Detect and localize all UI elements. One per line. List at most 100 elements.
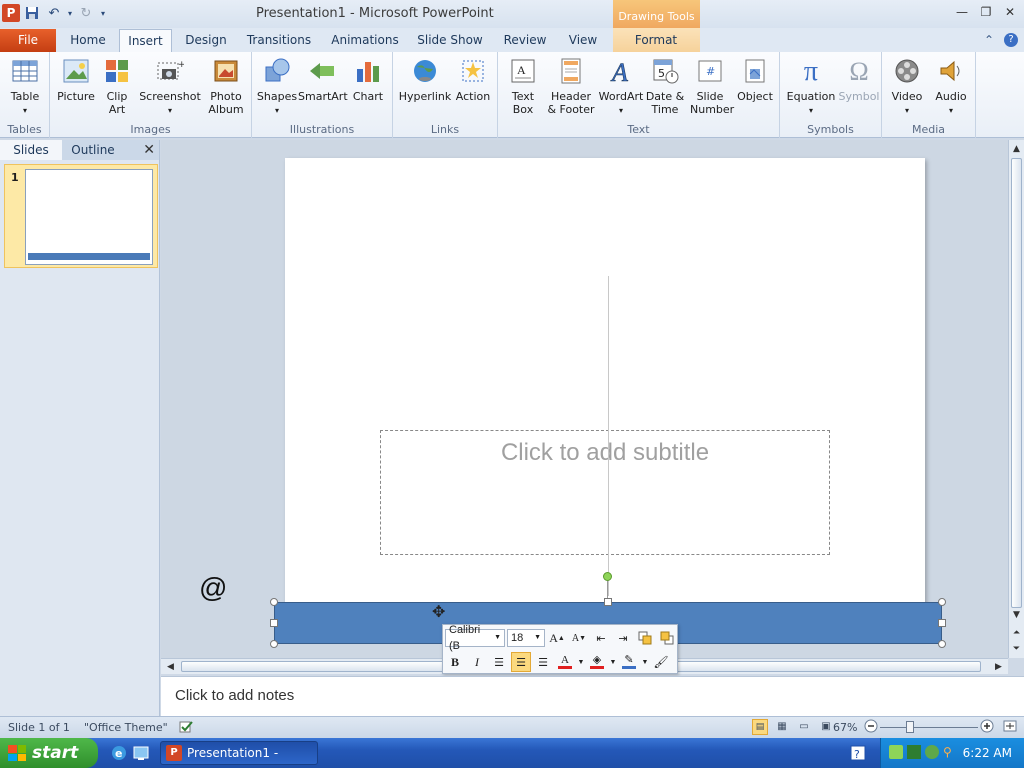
bring-forward-icon[interactable]: [635, 628, 655, 648]
tab-review[interactable]: Review: [500, 29, 550, 52]
reading-view-icon[interactable]: ▭: [796, 719, 812, 735]
object-button[interactable]: Object: [734, 56, 776, 103]
resize-handle-bottom-right[interactable]: [938, 640, 946, 648]
smartart-button[interactable]: SmartArt: [298, 56, 348, 103]
scroll-left-icon[interactable]: ◀: [163, 660, 178, 674]
resize-handle-middle-right[interactable]: [938, 619, 946, 627]
decrease-indent-icon[interactable]: ⇤: [591, 628, 611, 648]
slide-number-button[interactable]: # Slide Number: [686, 56, 734, 116]
slide-sorter-icon[interactable]: ▦: [774, 719, 790, 735]
align-center-icon[interactable]: ☰: [511, 652, 531, 672]
close-icon[interactable]: ✕: [1002, 4, 1018, 20]
font-size-combo[interactable]: 18 ▼: [507, 629, 545, 647]
scroll-right-icon[interactable]: ▶: [991, 660, 1006, 674]
slide-canvas[interactable]: Click to add subtitle: [285, 158, 925, 638]
help-question-icon[interactable]: ?: [850, 745, 866, 764]
minimize-ribbon-icon[interactable]: ⌃: [984, 33, 994, 47]
internet-explorer-icon[interactable]: e: [110, 744, 128, 765]
equation-button[interactable]: π Equation ▾: [784, 56, 838, 117]
vertical-scrollbar[interactable]: ▲ ▼ ⏶ ⏷: [1008, 140, 1024, 658]
align-left-icon[interactable]: ☰: [489, 652, 509, 672]
wordart-button[interactable]: A WordArt ▾: [598, 56, 644, 117]
zoom-in-icon[interactable]: [980, 719, 994, 736]
taskbar-powerpoint-window[interactable]: P Presentation1 - Micro...: [160, 741, 318, 765]
slide-thumbnail-item[interactable]: 1: [4, 164, 158, 268]
next-slide-icon[interactable]: ⏷: [1009, 642, 1024, 656]
shape-fill-icon[interactable]: ◈: [587, 652, 607, 672]
chevron-down-icon[interactable]: ▼: [577, 652, 585, 672]
audio-button[interactable]: Audio ▾: [930, 56, 972, 117]
show-desktop-icon[interactable]: [132, 744, 150, 765]
vertical-scroll-thumb[interactable]: [1011, 158, 1022, 608]
tab-file[interactable]: File: [0, 29, 56, 52]
resize-handle-bottom-left[interactable]: [270, 640, 278, 648]
zoom-level[interactable]: 67%: [833, 721, 857, 734]
tab-view[interactable]: View: [564, 29, 602, 52]
update-icon[interactable]: [925, 745, 939, 759]
photo-album-button[interactable]: Photo Album: [202, 56, 250, 116]
zoom-out-icon[interactable]: [864, 719, 878, 736]
security-icon[interactable]: [907, 745, 921, 759]
shrink-font-icon[interactable]: A ▼: [569, 628, 589, 648]
symbol-button[interactable]: Ω Symbol: [838, 56, 880, 103]
network-icon[interactable]: [889, 745, 903, 759]
tab-design[interactable]: Design: [182, 29, 230, 52]
picture-button[interactable]: Picture: [54, 56, 98, 103]
restore-icon[interactable]: ❐: [978, 4, 994, 20]
text-box-button[interactable]: A Text Box: [502, 56, 544, 116]
search-icon[interactable]: ⚲: [943, 745, 957, 759]
minimize-icon[interactable]: —: [954, 4, 970, 20]
scroll-down-icon[interactable]: ▼: [1009, 608, 1024, 622]
tab-outline[interactable]: Outline: [62, 140, 124, 160]
grow-font-icon[interactable]: A ▲: [547, 628, 567, 648]
resize-handle-top-center[interactable]: [604, 598, 612, 606]
save-icon[interactable]: [22, 3, 42, 23]
screenshot-button[interactable]: + Screenshot ▾: [138, 56, 202, 117]
zoom-slider[interactable]: [880, 727, 978, 728]
clip-art-button[interactable]: Clip Art: [100, 56, 134, 116]
shape-outline-icon[interactable]: ✎: [619, 652, 639, 672]
at-symbol-text[interactable]: @: [199, 572, 227, 604]
slide-thumbnail[interactable]: [25, 169, 153, 265]
customize-qat-icon[interactable]: ▾: [98, 3, 108, 23]
tab-animations[interactable]: Animations: [330, 29, 400, 52]
hyperlink-button[interactable]: Hyperlink: [397, 56, 453, 103]
previous-slide-icon[interactable]: ⏶: [1009, 626, 1024, 640]
italic-icon[interactable]: I: [467, 652, 487, 672]
spell-check-icon[interactable]: [178, 719, 194, 738]
resize-handle-top-right[interactable]: [938, 598, 946, 606]
fit-slide-icon[interactable]: [1003, 719, 1017, 736]
format-painter-icon[interactable]: 🖌: [651, 652, 671, 672]
chevron-down-icon[interactable]: ▼: [609, 652, 617, 672]
date-time-button[interactable]: 5 Date & Time: [644, 56, 686, 116]
undo-icon[interactable]: ↶: [44, 3, 64, 23]
align-right-icon[interactable]: ☰: [533, 652, 553, 672]
tab-slides[interactable]: Slides: [0, 140, 62, 160]
powerpoint-logo-icon[interactable]: P: [2, 4, 20, 22]
bold-icon[interactable]: B: [445, 652, 465, 672]
close-pane-icon[interactable]: ✕: [143, 142, 155, 158]
action-button[interactable]: Action: [453, 56, 493, 103]
chart-button[interactable]: Chart: [348, 56, 388, 103]
redo-icon[interactable]: ↻: [76, 3, 96, 23]
zoom-slider-thumb[interactable]: [906, 721, 914, 733]
video-button[interactable]: Video ▾: [886, 56, 928, 117]
send-backward-icon[interactable]: [657, 628, 677, 648]
resize-handle-middle-left[interactable]: [270, 619, 278, 627]
table-button[interactable]: Table ▾: [4, 56, 46, 117]
scroll-up-icon[interactable]: ▲: [1009, 142, 1024, 156]
increase-indent-icon[interactable]: ⇥: [613, 628, 633, 648]
theme-name[interactable]: "Office Theme": [84, 721, 168, 734]
chevron-down-icon[interactable]: ▼: [641, 652, 649, 672]
font-name-combo[interactable]: Calibri (B ▼: [445, 624, 505, 652]
start-button[interactable]: start: [0, 738, 98, 768]
resize-handle-top-left[interactable]: [270, 598, 278, 606]
tab-transitions[interactable]: Transitions: [246, 29, 312, 52]
normal-view-icon[interactable]: ▤: [752, 719, 768, 735]
header-footer-button[interactable]: Header & Footer: [544, 56, 598, 116]
slide-show-icon[interactable]: ▣: [818, 719, 834, 735]
font-color-icon[interactable]: A: [555, 652, 575, 672]
tab-format[interactable]: Format: [625, 29, 687, 52]
tab-home[interactable]: Home: [66, 29, 110, 52]
subtitle-placeholder[interactable]: Click to add subtitle: [380, 430, 830, 555]
